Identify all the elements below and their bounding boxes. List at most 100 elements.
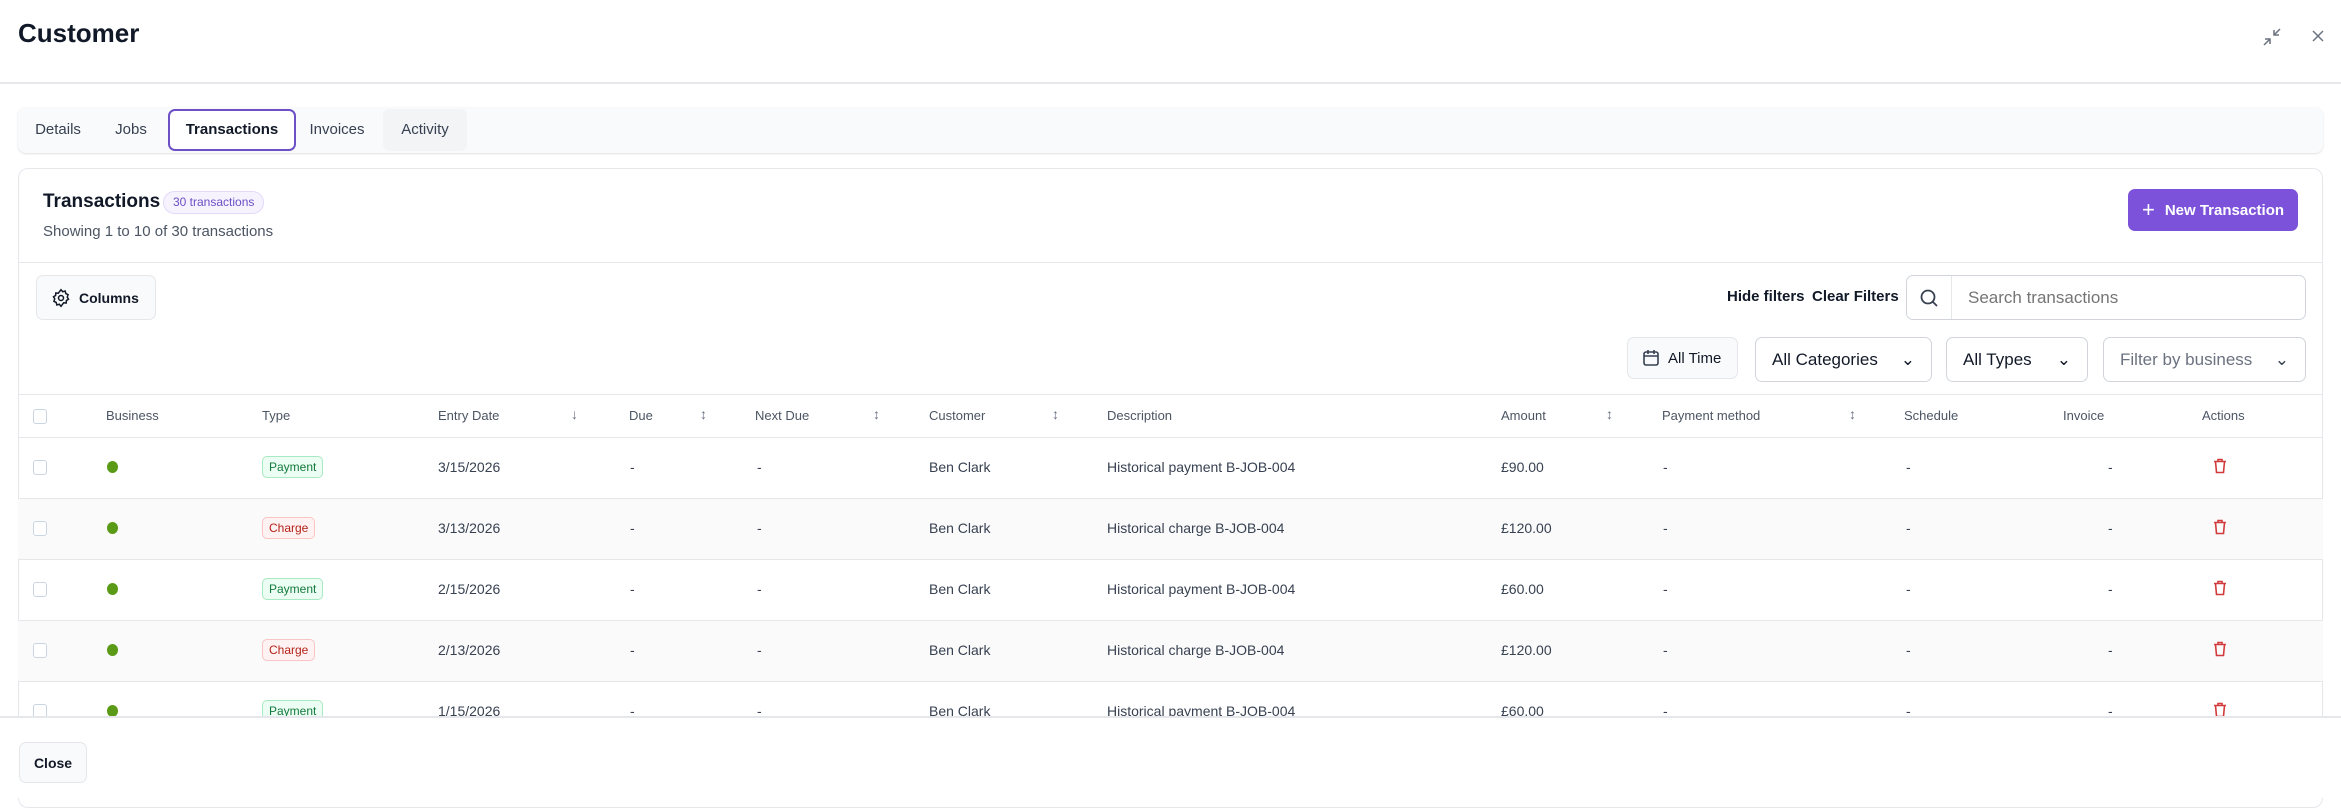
sort-icon[interactable]: ↕ [873, 406, 880, 422]
type-filter-value: All Types [1963, 349, 2032, 369]
plus-icon: + [2141, 197, 2155, 222]
next-due: - [757, 459, 762, 475]
column-header-invoice: Invoice [2063, 408, 2105, 423]
tab-details[interactable]: Details [22, 109, 94, 151]
description: Historical charge B-JOB-004 [1107, 520, 1285, 536]
schedule: - [1906, 581, 1911, 597]
payment-method: - [1663, 581, 1668, 597]
card-title: Transactions [43, 191, 161, 212]
business-filter-select[interactable]: Filter by business ⌄ [2103, 337, 2306, 382]
column-header-description: Description [1107, 408, 1173, 423]
columns-label: Columns [79, 289, 139, 306]
tab-transactions[interactable]: Transactions [168, 109, 296, 151]
tab-invoices[interactable]: Invoices [300, 109, 374, 151]
schedule: - [1906, 520, 1911, 536]
type-badge: Charge [262, 639, 316, 661]
next-due: - [757, 520, 762, 536]
search-input[interactable] [1952, 276, 2305, 319]
table-row[interactable]: Payment 2/15/2026 - - Ben Clark Historic… [18, 560, 2323, 621]
business-status-dot [107, 461, 118, 473]
amount: £120.00 [1501, 642, 1552, 658]
close-button[interactable]: Close [19, 742, 87, 783]
due: - [630, 642, 635, 658]
row-checkbox[interactable] [33, 643, 47, 658]
header-divider [0, 82, 2341, 84]
customer[interactable]: Ben Clark [929, 520, 990, 536]
column-header-amount[interactable]: Amount [1501, 408, 1546, 423]
column-header-customer[interactable]: Customer [929, 408, 985, 423]
category-filter-select[interactable]: All Categories ⌄ [1755, 337, 1932, 382]
column-header-entry-date[interactable]: Entry Date [438, 408, 499, 423]
table-row[interactable]: Charge 3/13/2026 - - Ben Clark Historica… [18, 499, 2323, 560]
page-title: Customer [18, 18, 140, 48]
tab-jobs[interactable]: Jobs [98, 109, 164, 151]
sort-icon[interactable]: ↕ [1606, 406, 1613, 422]
table-row[interactable]: Payment 3/15/2026 - - Ben Clark Historic… [18, 438, 2323, 499]
trash-icon[interactable] [2213, 519, 2227, 540]
type-filter-select[interactable]: All Types ⌄ [1946, 337, 2088, 382]
amount: £60.00 [1501, 581, 1544, 597]
close-icon[interactable] [2310, 28, 2326, 49]
description: Historical payment B-JOB-004 [1107, 581, 1296, 597]
amount: £90.00 [1501, 459, 1544, 475]
category-filter-value: All Categories [1772, 349, 1878, 369]
sort-icon[interactable]: ↕ [1849, 406, 1856, 422]
payment-method: - [1663, 520, 1668, 536]
tab-activity[interactable]: Activity [383, 109, 467, 151]
description: Historical payment B-JOB-004 [1107, 459, 1296, 475]
gear-icon [52, 287, 70, 308]
next-due: - [757, 642, 762, 658]
hide-filters-link[interactable]: Hide filters [1727, 288, 1805, 305]
customer[interactable]: Ben Clark [929, 459, 990, 475]
calendar-icon [1643, 350, 1659, 366]
amount: £120.00 [1501, 520, 1552, 536]
column-header-due[interactable]: Due [629, 408, 653, 423]
business-status-dot [107, 583, 118, 595]
customer[interactable]: Ben Clark [929, 642, 990, 658]
date-filter-button[interactable]: All Time [1627, 337, 1738, 379]
invoice: - [2108, 459, 2113, 475]
due: - [630, 581, 635, 597]
sort-icon[interactable]: ↕ [1052, 406, 1059, 422]
type-badge: Payment [262, 456, 324, 478]
column-header-payment-method[interactable]: Payment method [1662, 408, 1760, 423]
invoice: - [2108, 520, 2113, 536]
row-checkbox[interactable] [33, 582, 47, 597]
row-checkbox[interactable] [33, 521, 47, 536]
due: - [630, 520, 635, 536]
trash-icon[interactable] [2213, 458, 2227, 479]
pagination-summary: Showing 1 to 10 of 30 transactions [43, 223, 274, 240]
next-due: - [757, 581, 762, 597]
type-badge: Charge [262, 517, 316, 539]
sort-desc-icon[interactable]: ↓ [571, 406, 578, 422]
count-badge: 30 transactions [163, 191, 265, 214]
tab-bar: Details Jobs Transactions Invoices Activ… [18, 107, 2323, 153]
entry-date: 3/13/2026 [438, 520, 501, 536]
invoice: - [2108, 581, 2113, 597]
column-header-actions: Actions [2202, 408, 2245, 423]
select-all-checkbox[interactable] [33, 409, 47, 424]
invoice: - [2108, 642, 2113, 658]
sort-icon[interactable]: ↕ [700, 406, 707, 422]
customer[interactable]: Ben Clark [929, 581, 990, 597]
due: - [630, 459, 635, 475]
payment-method: - [1663, 459, 1668, 475]
column-header-type[interactable]: Type [262, 408, 290, 423]
column-header-business[interactable]: Business [106, 408, 159, 423]
modal-footer [0, 716, 2341, 798]
new-transaction-button[interactable]: + New Transaction [2128, 189, 2298, 231]
business-status-dot [107, 644, 118, 656]
row-checkbox[interactable] [33, 460, 47, 475]
trash-icon[interactable] [2213, 641, 2227, 662]
new-transaction-label: New Transaction [2164, 201, 2285, 219]
column-header-next-due[interactable]: Next Due [755, 408, 809, 423]
business-filter-placeholder: Filter by business [2120, 349, 2253, 369]
trash-icon[interactable] [2213, 580, 2227, 601]
columns-button[interactable]: Columns [36, 275, 156, 320]
entry-date: 2/13/2026 [438, 642, 501, 658]
column-header-schedule: Schedule [1904, 408, 1959, 423]
minimize-icon[interactable] [2262, 27, 2282, 52]
table-row[interactable]: Charge 2/13/2026 - - Ben Clark Historica… [18, 621, 2323, 682]
schedule: - [1906, 459, 1911, 475]
clear-filters-link[interactable]: Clear Filters [1812, 288, 1899, 305]
